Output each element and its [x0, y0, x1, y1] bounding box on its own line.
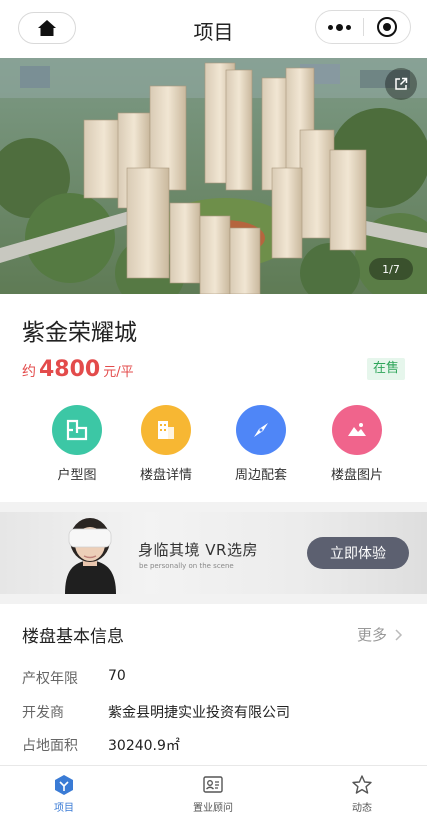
more-link[interactable]: 更多 — [357, 624, 405, 645]
feature-building-details[interactable]: 楼盘详情 — [126, 405, 206, 483]
project-icon — [55, 775, 73, 795]
tab-label: 置业顾问 — [193, 803, 233, 814]
info-value: 30240.9㎡ — [108, 738, 180, 754]
info-row-developer: 开发商 紫金县明捷实业投资有限公司 — [22, 702, 290, 722]
section-divider — [0, 594, 427, 604]
feature-label: 周边配套 — [234, 468, 287, 483]
bottom-tab-bar: 项目 置业顾问 动态 — [0, 765, 427, 823]
tab-project[interactable]: 项目 — [14, 766, 114, 823]
vr-try-now-button[interactable]: 立即体验 — [307, 537, 409, 569]
consultant-card-icon — [203, 776, 223, 793]
info-key: 产权年限 — [22, 671, 78, 687]
price-prefix: 约 — [22, 364, 36, 380]
project-name: 紫金荣耀城 — [22, 320, 137, 346]
top-nav-bar: 项目 — [0, 0, 427, 58]
feature-label: 户型图 — [57, 468, 97, 483]
share-button[interactable] — [385, 68, 417, 100]
info-key: 占地面积 — [22, 738, 78, 754]
feature-pictures[interactable]: 楼盘图片 — [317, 405, 397, 483]
price-value: 4800 — [39, 357, 101, 382]
price-unit: 元/平 — [103, 365, 134, 380]
tab-news[interactable]: 动态 — [312, 766, 412, 823]
section-divider — [0, 502, 427, 512]
tab-label: 动态 — [352, 803, 372, 814]
picture-icon — [332, 405, 382, 455]
feature-nearby[interactable]: 周边配套 — [221, 405, 301, 483]
chevron-right-icon — [395, 628, 403, 641]
hero-carousel[interactable]: 1/7 — [0, 58, 427, 294]
compass-icon — [236, 405, 286, 455]
star-icon — [352, 775, 372, 794]
image-counter: 1/7 — [369, 258, 413, 280]
vr-banner[interactable]: 身临其境 VR选房 be personally on the scene 立即体… — [0, 512, 427, 594]
info-value: 紫金县明捷实业投资有限公司 — [108, 705, 290, 721]
price-row: 约 4800 元/平 — [22, 357, 134, 382]
basic-info-title: 楼盘基本信息 — [22, 627, 124, 647]
more-button[interactable] — [316, 11, 363, 43]
building-icon — [141, 405, 191, 455]
status-badge: 在售 — [366, 358, 405, 380]
tab-consultant[interactable]: 置业顾问 — [163, 766, 263, 823]
tab-label: 项目 — [54, 803, 74, 814]
mini-program-capsule — [315, 10, 411, 44]
vr-title: 身临其境 VR选房 — [138, 541, 258, 559]
share-external-icon — [395, 77, 408, 90]
vr-subtitle: be personally on the scene — [139, 562, 234, 570]
info-row-property-term: 产权年限 70 — [22, 668, 126, 688]
residential-complex-image — [0, 58, 427, 294]
floorplan-icon — [52, 405, 102, 455]
feature-label: 楼盘详情 — [139, 468, 192, 483]
target-circle-icon — [376, 17, 397, 37]
info-value: 70 — [108, 668, 126, 684]
feature-floorplan[interactable]: 户型图 — [37, 405, 117, 483]
feature-label: 楼盘图片 — [330, 468, 383, 483]
close-program-button[interactable] — [364, 11, 410, 43]
info-key: 开发商 — [22, 705, 64, 721]
feature-shortcuts: 户型图 楼盘详情 周边配套 楼盘图片 — [0, 405, 427, 490]
info-row-land-area: 占地面积 30240.9㎡ — [22, 735, 180, 755]
more-dots-icon — [328, 23, 351, 31]
more-label: 更多 — [356, 626, 387, 644]
